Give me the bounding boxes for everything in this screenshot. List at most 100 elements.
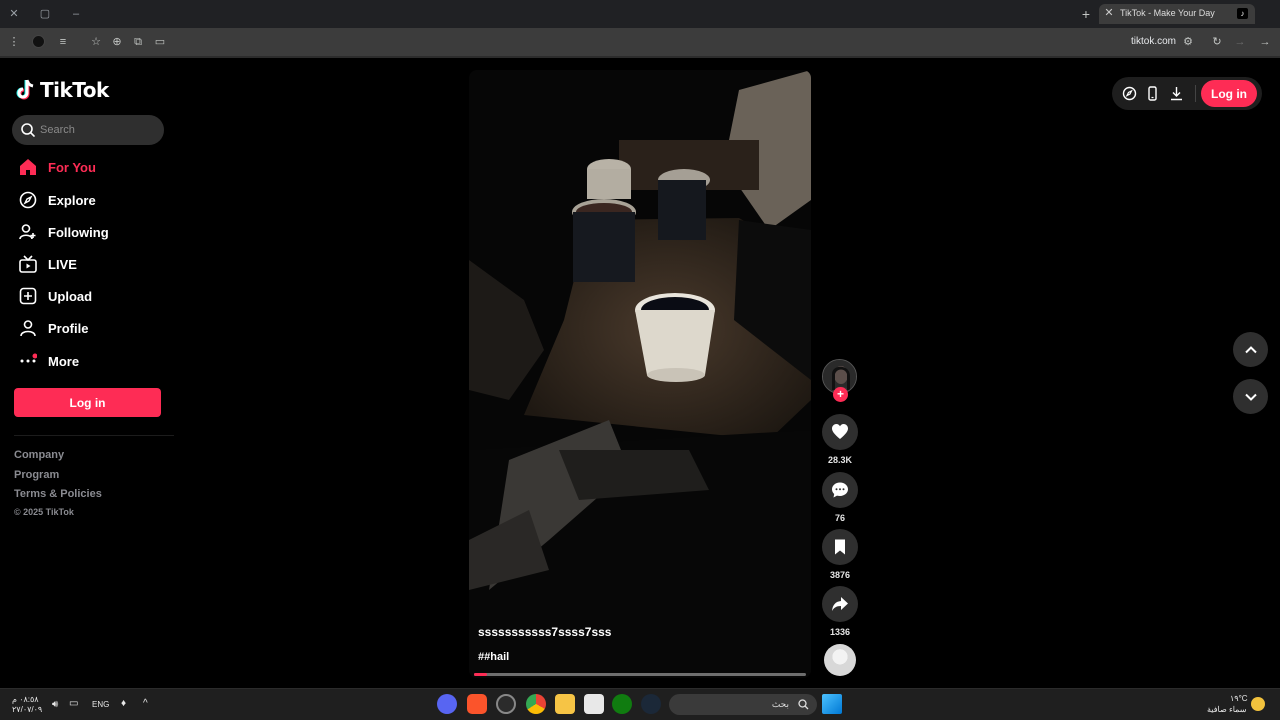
browser-toolbar: ⋮ ≡ ☆ ⊕ ⧉ ▭ tiktok.com ⚙ ↻ → → [0,28,1280,56]
nav-label: Following [48,224,109,240]
address-bar-url[interactable]: tiktok.com [1131,36,1176,47]
bookmark-count: 3876 [829,570,851,580]
reader-mode-icon[interactable]: ≡ [55,34,71,50]
language-indicator[interactable]: ENG [92,700,109,709]
bookmark-icon [835,539,845,555]
tab-close-icon[interactable]: ✕ [1103,6,1115,19]
profile-dot-icon[interactable] [32,35,45,48]
download-icon[interactable] [1169,86,1184,101]
live-tv-icon [16,252,40,276]
tiktok-favicon-icon: ♪ [1237,8,1248,19]
minimize-window-icon[interactable]: – [68,6,84,22]
previous-video-button[interactable] [1233,332,1268,367]
user-plus-icon [16,220,40,244]
translate-icon[interactable]: ⧉ [130,34,146,50]
video-author-username[interactable]: sssssssssss7ssss7sss [478,625,611,639]
browser-menu-icon[interactable]: ⋮ [6,34,22,50]
network-icon[interactable]: ▭ [69,698,78,709]
xbox-app-icon[interactable] [612,694,632,714]
nav-item-profile[interactable]: Profile [14,314,164,342]
comment-icon [832,482,848,498]
clock-time[interactable]: ٠٨:٥٨ م [12,695,39,704]
nav-item-explore[interactable]: Explore [14,186,164,214]
taskbar-search[interactable]: بحث [669,694,817,715]
bookmark-button[interactable] [822,529,858,565]
nav-label: More [48,353,80,369]
page-divider [0,56,1280,58]
logo-text: TikTok [40,78,109,102]
browser-tab[interactable]: ✕ TikTok - Make Your Day ♪ [1099,4,1255,24]
sidebar-divider [14,435,174,436]
nav-label: Profile [48,320,89,336]
discord-app-icon[interactable] [437,694,457,714]
nav-item-live[interactable]: LIVE [14,250,164,278]
obs-app-icon[interactable] [496,694,516,714]
comment-button[interactable] [822,472,858,508]
close-window-icon[interactable]: ✕ [6,6,22,22]
copyright-text: © 2025 TikTok [14,507,74,517]
restore-window-icon[interactable]: ▢ [37,6,53,22]
nav-label: Explore [48,192,96,208]
like-count: 28.3K [827,455,853,465]
coins-icon[interactable] [1122,86,1137,101]
site-settings-icon[interactable]: ⚙ [1180,34,1196,50]
file-explorer-app-icon[interactable] [555,694,575,714]
weather-description[interactable]: سماء صافية [1207,705,1247,714]
tiktok-logo-icon [16,78,36,102]
reload-icon[interactable]: ↻ [1209,34,1225,50]
tray-expand-icon[interactable]: ^ [143,698,148,709]
nav-label: For You [48,159,96,175]
video-frame [469,70,811,678]
music-disc[interactable] [824,644,856,676]
video-hashtag[interactable]: ##hail [478,651,509,663]
taskbar-search-text: بحث [771,699,789,709]
microphone-icon[interactable]: ♦ [121,698,126,709]
weather-temperature[interactable]: ١٩°C [1230,694,1248,703]
brave-app-icon[interactable] [467,694,487,714]
video-progress-bar[interactable] [474,673,806,676]
nav-item-more[interactable]: More [14,347,164,375]
nav-item-for-you[interactable]: For You [14,153,164,181]
footer-link-company[interactable]: Company [14,449,64,461]
header-login-button[interactable]: Log in [1201,80,1257,107]
get-app-icon[interactable] [1145,86,1160,101]
share-count: 1336 [829,627,851,637]
search-icon [21,123,35,137]
forward-icon[interactable]: → [1232,34,1248,50]
video-progress-fill [474,673,488,676]
more-icon [16,349,40,373]
footer-link-program[interactable]: Program [14,469,59,481]
steam-app-icon[interactable] [641,694,661,714]
footer-link-terms[interactable]: Terms & Policies [14,488,102,500]
heart-icon [832,424,848,439]
share-button[interactable] [822,586,858,622]
back-icon[interactable]: → [1257,34,1273,50]
store-app-icon[interactable] [584,694,604,714]
follow-button[interactable]: + [833,387,848,402]
nav-item-upload[interactable]: Upload [14,282,164,310]
like-button[interactable] [822,414,858,450]
search-box[interactable] [12,115,164,145]
upload-icon [16,284,40,308]
weather-moon-icon[interactable] [1251,697,1265,711]
sidebar-login-button[interactable]: Log in [14,388,161,417]
zoom-icon[interactable]: ⊕ [109,34,125,50]
search-input[interactable] [40,115,160,145]
new-tab-button[interactable]: + [1078,5,1094,23]
taskbar-search-icon [798,699,809,710]
tab-title: TikTok - Make Your Day [1120,8,1215,18]
nav-label: LIVE [48,256,77,272]
install-app-icon[interactable]: ▭ [152,34,168,50]
tiktok-logo[interactable]: TikTok [16,77,109,103]
windows-start-icon[interactable] [822,694,842,714]
nav-item-following[interactable]: Following [14,218,164,246]
bookmark-star-icon[interactable]: ☆ [88,34,104,50]
toolbar-divider [1195,85,1196,102]
clock-date[interactable]: ٢٧/٠٧/٠٩ [12,705,42,714]
chrome-app-icon[interactable] [526,694,546,714]
volume-icon[interactable]: 🔊︎ [52,699,58,710]
chevron-up-icon [1244,345,1257,353]
video-player[interactable] [469,70,811,678]
next-video-button[interactable] [1233,379,1268,414]
browser-titlebar: ✕ ▢ – + ✕ TikTok - Make Your Day ♪ [0,0,1280,28]
